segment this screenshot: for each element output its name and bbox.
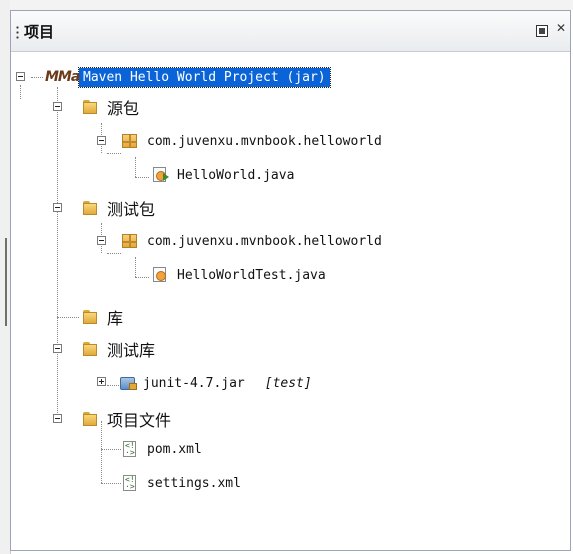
- tree-connector: [107, 253, 121, 254]
- tree-connector: [135, 177, 149, 178]
- library-folder-icon: [81, 308, 99, 326]
- xml-file-label: pom.xml: [147, 441, 202, 457]
- tree-connector: [57, 87, 58, 417]
- top-dock-strip: [10, 0, 573, 10]
- tree-node-jar[interactable]: junit-4.7.jar [test]: [119, 371, 312, 395]
- package-label: com.juvenxu.mvnbook.helloworld: [147, 133, 382, 149]
- xml-file-icon: <! ·>: [121, 474, 139, 492]
- test-libraries-label: 测试库: [107, 341, 156, 360]
- java-file-label: HelloWorld.java: [177, 167, 295, 183]
- panel-title: 项目: [24, 23, 55, 41]
- tree-connector: [101, 483, 121, 484]
- project-files-folder-icon: [81, 410, 99, 428]
- package-icon: [121, 232, 139, 250]
- test-library-folder-icon: [81, 340, 99, 358]
- source-packages-label: 源包: [107, 99, 140, 118]
- java-main-class-icon: [151, 166, 169, 184]
- tree-node-package[interactable]: com.juvenxu.mvnbook.helloworld: [121, 229, 382, 253]
- tree-connector: [135, 277, 149, 278]
- collapse-toggle[interactable]: [97, 236, 106, 245]
- tree-connector: [101, 449, 121, 450]
- xml-file-label: settings.xml: [147, 475, 241, 491]
- xml-file-icon: <! ·>: [121, 440, 139, 458]
- drag-grip-icon[interactable]: [16, 25, 19, 39]
- tree-connector: [57, 317, 79, 318]
- tree-node-java-file[interactable]: HelloWorld.java: [151, 163, 294, 187]
- tree-connector: [107, 153, 121, 154]
- tree-node-source-packages[interactable]: 源包: [81, 95, 139, 119]
- collapse-toggle[interactable]: [53, 414, 62, 423]
- panel-titlebar[interactable]: 项目 ✕: [11, 11, 570, 52]
- tree-node-java-file[interactable]: HelloWorldTest.java: [151, 263, 326, 287]
- tree-node-root[interactable]: MMa Maven Hello World Project (jar): [45, 65, 331, 89]
- tree-node-test-packages[interactable]: 测试包: [81, 196, 155, 220]
- root-node-label[interactable]: Maven Hello World Project (jar): [78, 66, 331, 88]
- test-folder-icon: [81, 199, 99, 217]
- project-tree: MMa Maven Hello World Project (jar) 源包 c…: [11, 51, 570, 551]
- tree-connector: [135, 257, 136, 277]
- collapse-toggle[interactable]: [53, 344, 62, 353]
- package-icon: [121, 132, 139, 150]
- java-file-label: HelloWorldTest.java: [177, 267, 326, 283]
- project-files-label: 项目文件: [107, 411, 172, 430]
- scope-badge: [test]: [264, 375, 312, 391]
- jar-icon: [119, 374, 137, 392]
- tree-connector: [135, 157, 136, 177]
- maven-project-icon: MMa: [45, 69, 80, 85]
- source-folder-icon: [81, 98, 99, 116]
- close-icon[interactable]: ✕: [556, 21, 566, 35]
- tree-connector: [20, 85, 21, 99]
- test-packages-label: 测试包: [107, 200, 156, 219]
- collapse-toggle[interactable]: [53, 203, 62, 212]
- tree-node-libraries[interactable]: 库: [81, 305, 123, 329]
- package-label: com.juvenxu.mvnbook.helloworld: [147, 233, 382, 249]
- splitter-handle[interactable]: [5, 238, 7, 326]
- collapse-toggle[interactable]: [97, 136, 106, 145]
- projects-panel: 项目 ✕ MMa Maven Hello World Project (jar): [10, 10, 571, 551]
- tree-node-project-files[interactable]: 项目文件: [81, 407, 171, 431]
- expand-toggle[interactable]: [97, 377, 106, 386]
- tree-node-xml-file[interactable]: <! ·> settings.xml: [121, 471, 241, 495]
- tree-connector: [31, 77, 43, 78]
- jar-label: junit-4.7.jar: [143, 375, 245, 391]
- collapse-toggle[interactable]: [53, 102, 62, 111]
- tree-node-xml-file[interactable]: <! ·> pom.xml: [121, 437, 202, 461]
- tree-node-package[interactable]: com.juvenxu.mvnbook.helloworld: [121, 129, 382, 153]
- collapse-toggle[interactable]: [16, 72, 25, 81]
- maximize-icon[interactable]: [536, 25, 548, 37]
- libraries-label: 库: [107, 309, 124, 328]
- java-test-class-icon: [151, 266, 169, 284]
- tree-node-test-libraries[interactable]: 测试库: [81, 337, 155, 361]
